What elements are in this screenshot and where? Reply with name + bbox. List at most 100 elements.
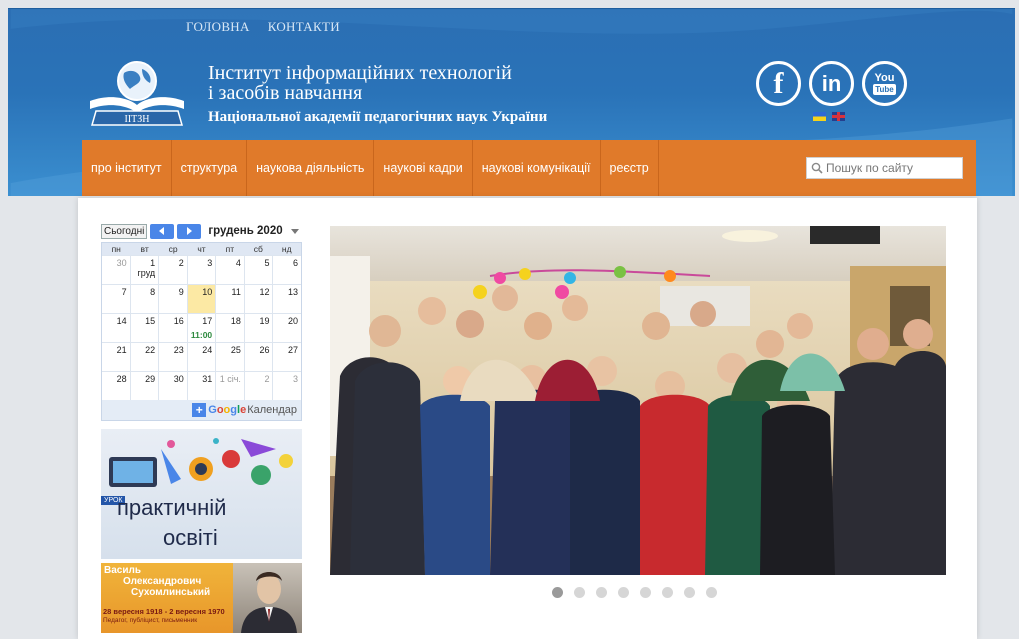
logo-label: ІІТЗН	[125, 114, 150, 125]
calendar-day[interactable]: 26	[243, 343, 273, 371]
slider-dot[interactable]	[662, 587, 673, 598]
calendar-grid: пн вт ср чт пт сб нд 30 1 груд 2 3 4 5 6…	[101, 242, 302, 421]
calendar-day[interactable]: 31	[186, 372, 216, 400]
calendar-day[interactable]: 29	[129, 372, 159, 400]
slider-image[interactable]	[330, 226, 946, 575]
menu-item-registry[interactable]: реєстр	[601, 140, 659, 196]
banner-role: Педагог, публіцист, письменник	[103, 617, 198, 624]
nav-home-link[interactable]: ГОЛОВНА	[186, 19, 250, 35]
calendar-day[interactable]: 4	[215, 256, 244, 284]
calendar-week: 28 29 30 31 1 січ. 2 3	[102, 371, 301, 400]
practical-education-banner[interactable]: УРОК практичній освіті	[101, 429, 302, 559]
weekday-label: чт	[197, 244, 206, 254]
youtube-icon[interactable]: You Tube	[862, 61, 907, 106]
site-titles: Інститут інформаційних технологій і засо…	[208, 63, 547, 126]
calendar-day[interactable]: 27	[272, 343, 301, 371]
institute-name-line2: і засобів навчання	[208, 82, 363, 104]
top-nav: ГОЛОВНА КОНТАКТИ	[186, 19, 340, 35]
slider-dot[interactable]	[684, 587, 695, 598]
calendar-day[interactable]: 28	[102, 372, 130, 400]
calendar-day-number: 17	[202, 316, 213, 326]
calendar-day[interactable]: 9	[158, 285, 187, 313]
calendar-day[interactable]: 3	[186, 256, 216, 284]
chevron-down-icon[interactable]	[290, 228, 299, 234]
calendar-day[interactable]: 21	[102, 343, 130, 371]
calendar-day[interactable]: 22	[129, 343, 159, 371]
calendar-day[interactable]: 1 січ.	[215, 372, 244, 400]
slider-dot-active[interactable]	[552, 587, 563, 598]
calendar-day[interactable]: 19	[243, 314, 273, 342]
calendar-day[interactable]: 8	[129, 285, 159, 313]
banner-line2: освіті	[163, 525, 218, 550]
menu-item-staff[interactable]: наукові кадри	[374, 140, 473, 196]
banner-name-surname: Сухомлинський	[131, 587, 211, 598]
calendar-day[interactable]: 1 груд	[129, 256, 159, 284]
calendar-day[interactable]: 11	[215, 285, 244, 313]
menu-item-communications[interactable]: наукові комунікації	[473, 140, 601, 196]
calendar-day[interactable]: 12	[243, 285, 273, 313]
site-search-input[interactable]: Пошук по сайту	[806, 157, 963, 179]
google-logo-text: Google	[208, 404, 247, 416]
content-panel: Сьогодні грудень 2020 пн вт ср чт пт сб …	[78, 198, 977, 639]
calendar-week: 30 1 груд 2 3 4 5 6	[102, 255, 301, 284]
menu-item-structure[interactable]: структура	[172, 140, 248, 196]
calendar-day[interactable]: 24	[186, 343, 216, 371]
calendar-day[interactable]: 2	[243, 372, 273, 400]
calendar-day[interactable]: 30	[102, 256, 130, 284]
academy-name: Національної академії педагогічних наук …	[208, 109, 548, 125]
facebook-icon[interactable]: f	[756, 61, 801, 106]
menu-item-about[interactable]: про інститут	[82, 140, 172, 196]
calendar-day[interactable]: 23	[158, 343, 187, 371]
google-calendar-link[interactable]: + Google Календар	[102, 400, 301, 420]
calendar-day[interactable]: 13	[272, 285, 301, 313]
slider-dot[interactable]	[640, 587, 651, 598]
english-flag-icon[interactable]	[832, 112, 845, 121]
calendar-day[interactable]: 14	[102, 314, 130, 342]
calendar-day[interactable]: 16	[158, 314, 187, 342]
calendar-day[interactable]: 15	[129, 314, 159, 342]
calendar-week: 7 8 9 10 11 12 13	[102, 284, 301, 313]
calendar-day[interactable]: 5	[243, 256, 273, 284]
ukrainian-flag-icon[interactable]	[813, 112, 826, 121]
social-links: f in You Tube	[756, 61, 907, 106]
calendar-prev-button[interactable]	[150, 223, 175, 239]
calendar-day[interactable]: 18	[215, 314, 244, 342]
calendar-day[interactable]: 30	[158, 372, 187, 400]
main-menu: про інститут структура наукова діяльніст…	[82, 140, 976, 196]
calendar-today-button[interactable]: Сьогодні	[101, 223, 148, 239]
weekday-label: пн	[111, 244, 121, 254]
weekday-label: сб	[253, 244, 263, 254]
slider-dot[interactable]	[706, 587, 717, 598]
slider-dot[interactable]	[596, 587, 607, 598]
calendar-day[interactable]: 3	[272, 372, 301, 400]
group-photo	[330, 226, 946, 575]
calendar-next-button[interactable]	[177, 223, 202, 239]
weekday-label: вт	[140, 244, 149, 254]
search-icon	[811, 162, 823, 174]
weekday-label: нд	[281, 244, 292, 254]
calendar-event-time[interactable]: 11:00	[188, 330, 216, 340]
calendar-day[interactable]: 20	[272, 314, 301, 342]
plus-icon: +	[192, 403, 207, 417]
weekday-label: ср	[168, 244, 178, 254]
calendar-day[interactable]: 2	[158, 256, 187, 284]
search-placeholder: Пошук по сайту	[826, 161, 914, 175]
banner-line1: практичній	[117, 495, 227, 520]
nav-contacts-link[interactable]: КОНТАКТИ	[268, 19, 340, 35]
linkedin-icon[interactable]: in	[809, 61, 854, 106]
slider-dot[interactable]	[574, 587, 585, 598]
calendar-day[interactable]: 7	[102, 285, 130, 313]
slider-dot[interactable]	[618, 587, 629, 598]
calendar-day[interactable]: 25	[215, 343, 244, 371]
calendar-day[interactable]: 6	[272, 256, 301, 284]
sukhomlynskyi-banner[interactable]: Василь Олександрович Сухомлинський 28 ве…	[101, 563, 302, 633]
slider-pagination	[552, 587, 717, 598]
banner-name-first: Василь	[104, 565, 141, 576]
institute-logo[interactable]: ІІТЗН	[82, 59, 192, 131]
portrait-image	[233, 563, 302, 633]
calendar-day-today[interactable]: 10	[186, 285, 216, 313]
calendar-day-with-event[interactable]: 17 11:00	[186, 314, 216, 342]
menu-item-research[interactable]: наукова діяльність	[247, 140, 375, 196]
banner-dates: 28 вересня 1918 - 2 вересня 1970	[103, 607, 225, 616]
institute-name-line1: Інститут інформаційних технологій	[208, 62, 512, 84]
